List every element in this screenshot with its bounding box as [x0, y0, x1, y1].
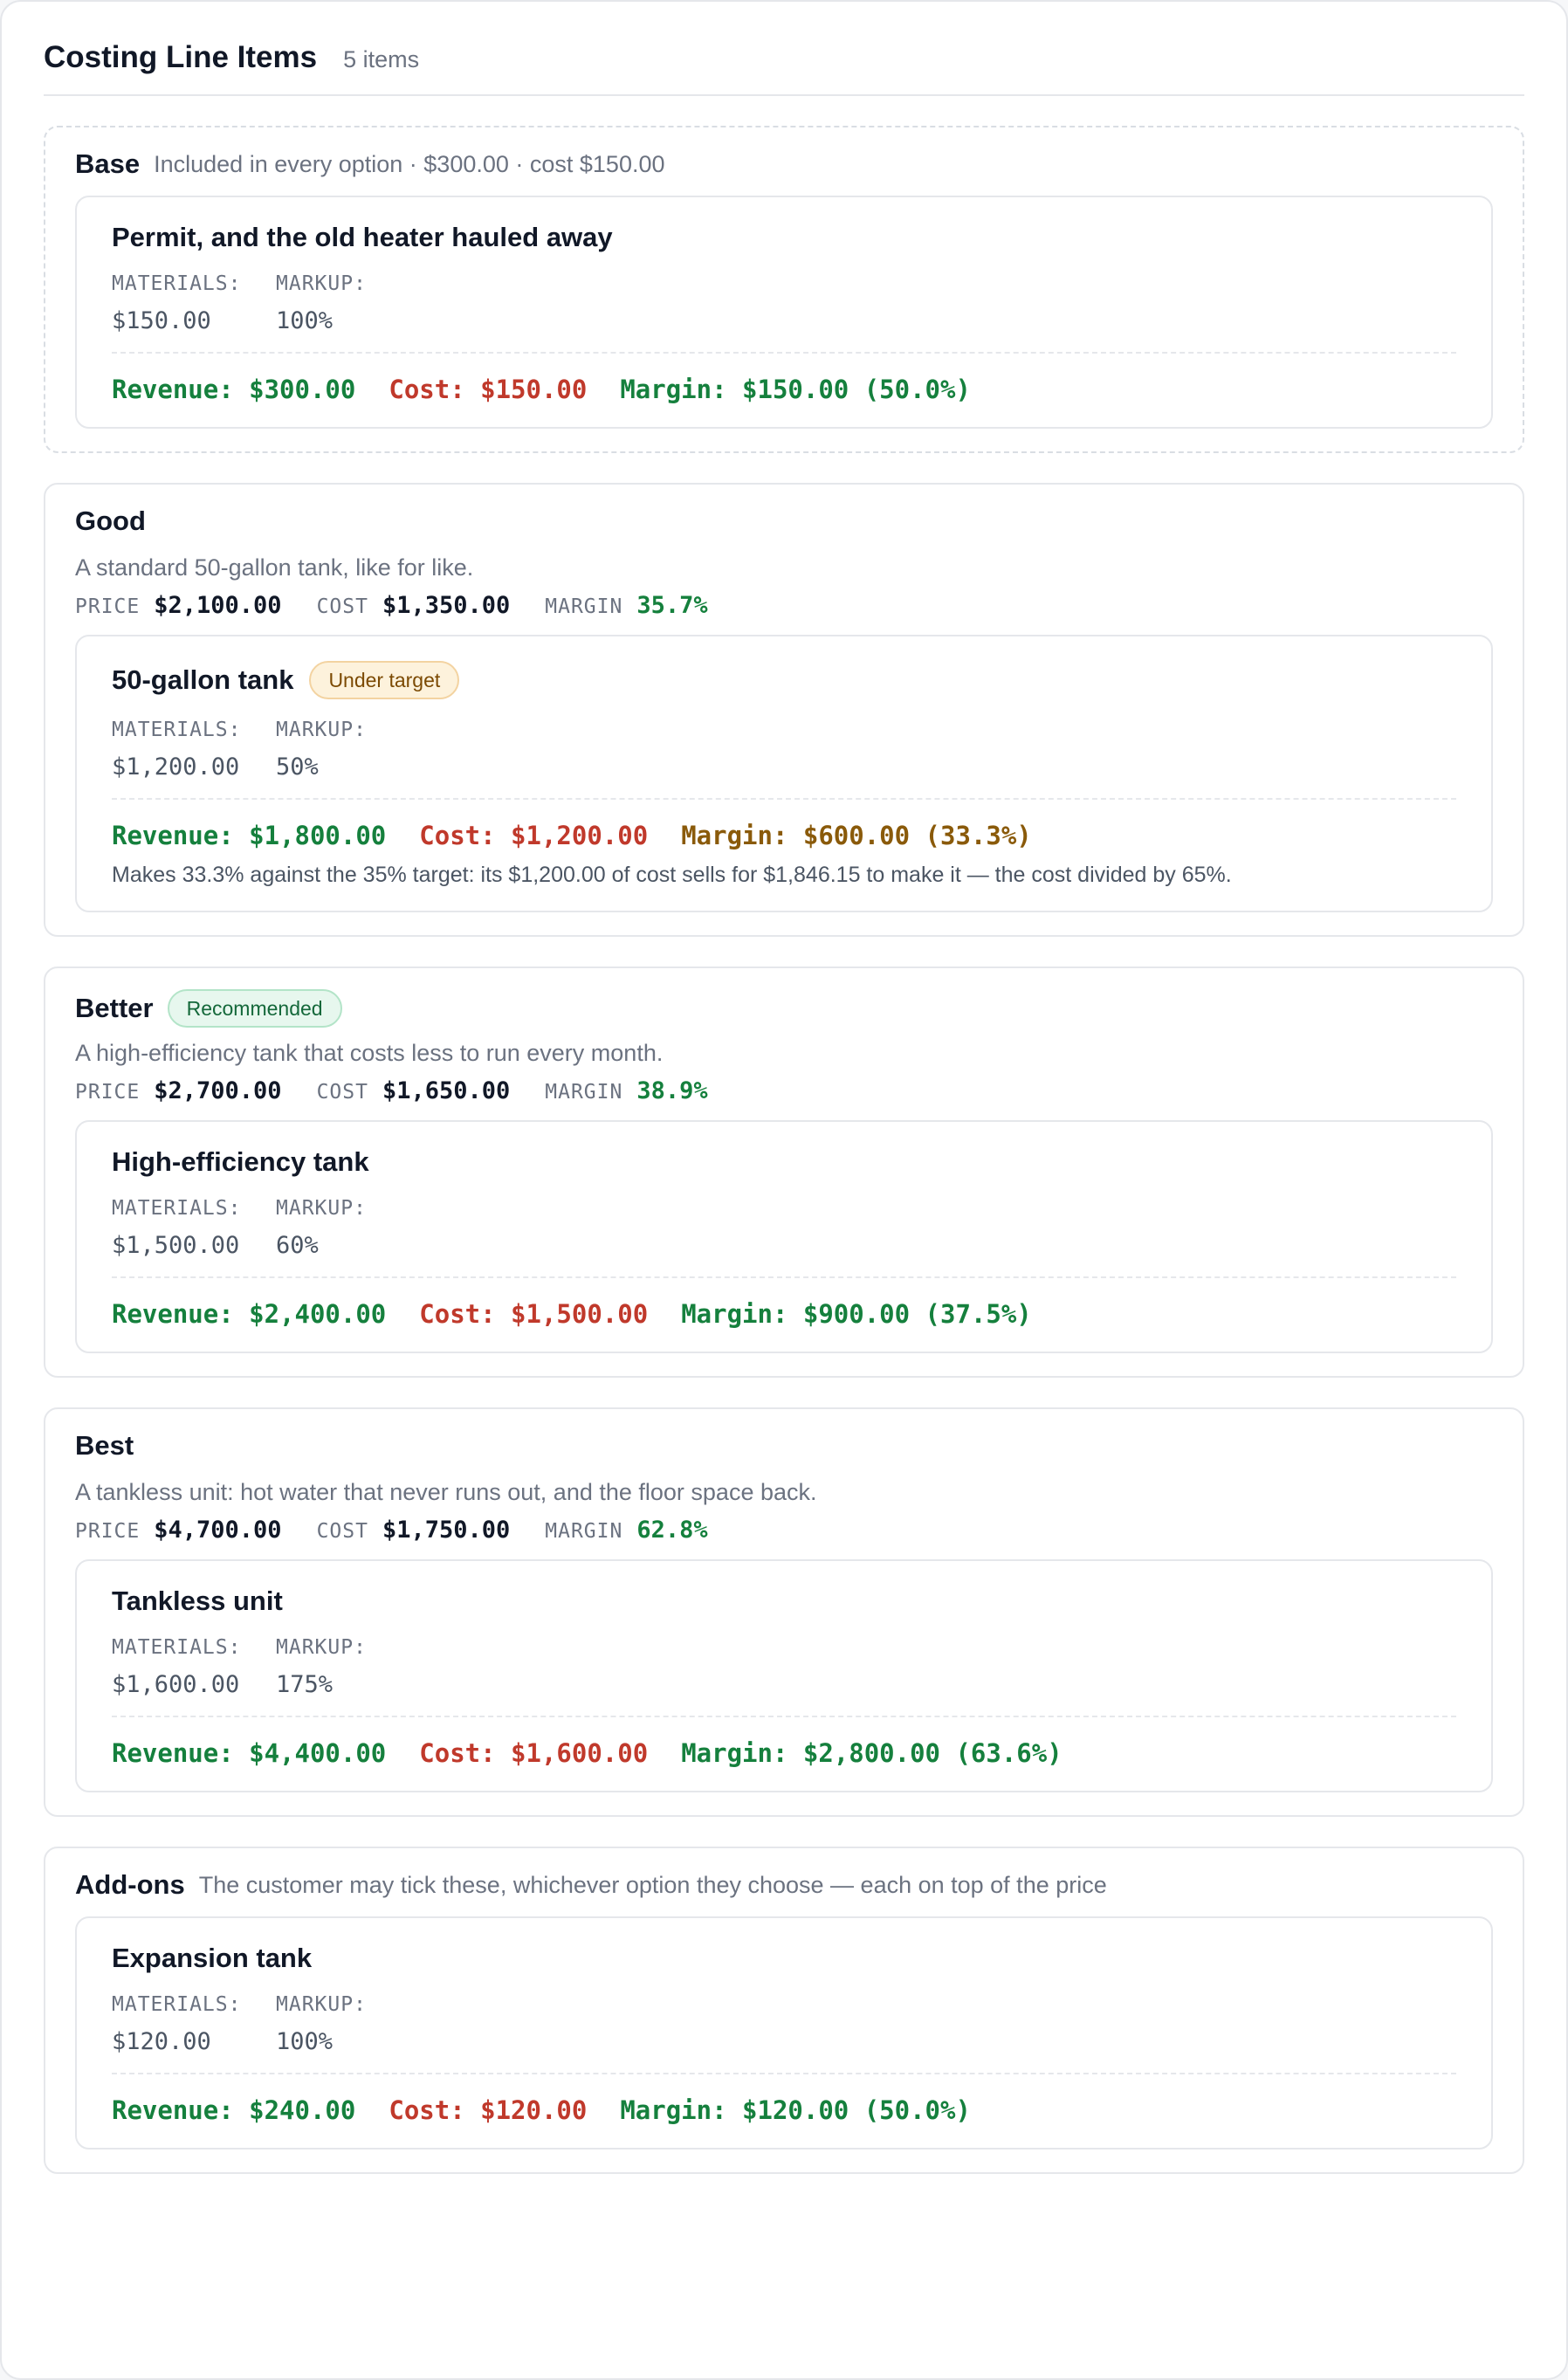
group-description: A standard 50-gallon tank, like for like… [75, 554, 474, 581]
divider [112, 2073, 1456, 2074]
recommended-badge: Recommended [167, 989, 342, 1028]
markup-value: 100% [276, 307, 334, 334]
markup-value: 60% [276, 1232, 319, 1259]
price-label: PRICE [75, 595, 141, 618]
materials-label: MATERIALS: [112, 719, 242, 741]
divider [112, 1276, 1456, 1278]
revenue-total: Revenue: $240.00 [112, 2095, 356, 2125]
margin-total: Margin: $600.00 (33.3%) [681, 821, 1032, 850]
materials-label: MATERIALS: [112, 1993, 242, 2016]
group-title: Add-ons [75, 1869, 185, 1900]
markup-value: 175% [276, 1671, 334, 1698]
margin-value: 35.7% [636, 592, 708, 619]
group-title: Better [75, 993, 154, 1023]
markup-value: 50% [276, 753, 319, 781]
group-subtitle: Included in every option · $300.00 · cos… [154, 150, 665, 177]
cost-total: Cost: $150.00 [389, 375, 588, 404]
markup-label: MARKUP: [276, 272, 367, 295]
item-count: 5 items [343, 46, 420, 72]
group-base: Base Included in every option · $300.00 … [44, 126, 1524, 453]
cost-total: Cost: $1,200.00 [419, 821, 649, 850]
markup-label: MARKUP: [276, 1993, 367, 2016]
revenue-total: Revenue: $1,800.00 [112, 821, 387, 850]
line-item-title: High-efficiency tank [112, 1146, 369, 1177]
margin-total: Margin: $900.00 (37.5%) [681, 1299, 1032, 1329]
markup-label: MARKUP: [276, 719, 367, 741]
line-item-title: 50-gallon tank [112, 664, 294, 695]
margin-total: Margin: $2,800.00 (63.6%) [681, 1738, 1063, 1768]
costing-panel: Costing Line Items 5 items Base Included… [0, 0, 1568, 2380]
group-description: A tankless unit: hot water that never ru… [75, 1479, 817, 1505]
materials-value: $1,500.00 [112, 1232, 240, 1259]
group-stats: PRICE $2,100.00 COST $1,350.00 MARGIN 35… [75, 592, 1493, 619]
line-item[interactable]: Permit, and the old heater hauled away M… [75, 196, 1493, 429]
price-value: $2,100.00 [154, 592, 282, 619]
group-title: Best [75, 1430, 134, 1461]
under-target-badge: Under target [309, 661, 460, 699]
margin-label: MARGIN [545, 1520, 623, 1543]
margin-total: Margin: $120.00 (50.0%) [620, 2095, 971, 2125]
cost-total: Cost: $1,600.00 [419, 1738, 649, 1768]
line-item[interactable]: 50-gallon tank Under target MATERIALS: $1… [75, 635, 1493, 912]
margin-label: MARGIN [545, 595, 623, 618]
divider [112, 352, 1456, 354]
target-note: Makes 33.3% against the 35% target: its … [112, 863, 1232, 887]
revenue-total: Revenue: $2,400.00 [112, 1299, 387, 1329]
group-description: A high-efficiency tank that costs less t… [75, 1040, 664, 1066]
page-title: Costing Line Items [44, 40, 318, 74]
markup-label: MARKUP: [276, 1636, 367, 1659]
line-item-title: Tankless unit [112, 1586, 283, 1616]
materials-value: $1,600.00 [112, 1671, 240, 1698]
price-label: PRICE [75, 1081, 141, 1104]
materials-label: MATERIALS: [112, 1197, 242, 1220]
price-label: PRICE [75, 1520, 141, 1543]
materials-label: MATERIALS: [112, 272, 242, 295]
materials-value: $150.00 [112, 307, 211, 334]
cost-value: $1,750.00 [382, 1517, 511, 1544]
group-title: Good [75, 506, 146, 536]
cost-value: $1,650.00 [382, 1077, 511, 1104]
margin-label: MARGIN [545, 1081, 623, 1104]
group-best: Best A tankless unit: hot water that nev… [44, 1407, 1524, 1817]
group-stats: PRICE $4,700.00 COST $1,750.00 MARGIN 62… [75, 1517, 1493, 1544]
cost-value: $1,350.00 [382, 592, 511, 619]
panel-header: Costing Line Items 5 items [44, 40, 1524, 96]
materials-value: $120.00 [112, 2028, 211, 2055]
cost-label: COST [316, 595, 368, 618]
margin-value: 62.8% [636, 1517, 708, 1544]
group-add-ons: Add-ons The customer may tick these, whi… [44, 1847, 1524, 2174]
cost-total: Cost: $120.00 [389, 2095, 588, 2125]
line-item-title: Expansion tank [112, 1943, 313, 1973]
divider [112, 1716, 1456, 1717]
price-value: $2,700.00 [154, 1077, 282, 1104]
group-better: Better Recommended A high-efficiency tan… [44, 966, 1524, 1378]
cost-label: COST [316, 1520, 368, 1543]
line-item[interactable]: Expansion tank MATERIALS: $120.00 MARKUP:… [75, 1916, 1493, 2150]
price-value: $4,700.00 [154, 1517, 282, 1544]
divider [112, 798, 1456, 800]
line-item-title: Permit, and the old heater hauled away [112, 222, 613, 252]
margin-value: 38.9% [636, 1077, 708, 1104]
group-title: Base [75, 148, 141, 179]
group-stats: PRICE $2,700.00 COST $1,650.00 MARGIN 38… [75, 1077, 1493, 1104]
margin-total: Margin: $150.00 (50.0%) [620, 375, 971, 404]
cost-label: COST [316, 1081, 368, 1104]
group-subtitle: The customer may tick these, whichever o… [198, 1871, 1107, 1898]
revenue-total: Revenue: $4,400.00 [112, 1738, 387, 1768]
materials-value: $1,200.00 [112, 753, 240, 781]
materials-label: MATERIALS: [112, 1636, 242, 1659]
line-item[interactable]: Tankless unit MATERIALS: $1,600.00 MARKUP… [75, 1559, 1493, 1792]
markup-value: 100% [276, 2028, 334, 2055]
group-good: Good A standard 50-gallon tank, like for… [44, 483, 1524, 937]
line-item[interactable]: High-efficiency tank MATERIALS: $1,500.00… [75, 1120, 1493, 1353]
markup-label: MARKUP: [276, 1197, 367, 1220]
revenue-total: Revenue: $300.00 [112, 375, 356, 404]
cost-total: Cost: $1,500.00 [419, 1299, 649, 1329]
